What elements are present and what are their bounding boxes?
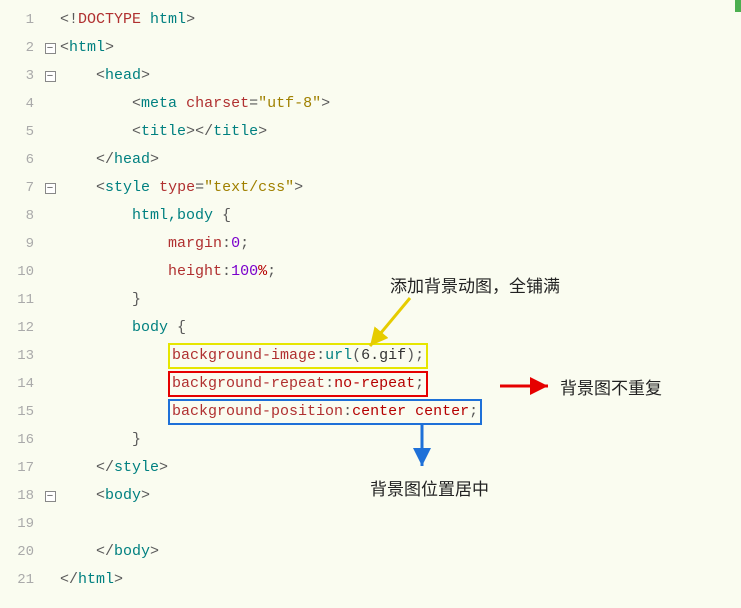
code-editor: 1 2 3 4 5 6 7 8 9 10 11 12 13 14 15 16 1…	[0, 0, 741, 608]
line-number: 14	[0, 370, 40, 398]
line-number: 13	[0, 342, 40, 370]
line-number: 7	[0, 174, 40, 202]
annotation-red: 背景图不重复	[560, 374, 662, 399]
line-number: 3	[0, 62, 40, 90]
line-number: 21	[0, 566, 40, 594]
annotation-yellow: 添加背景动图，全铺满	[390, 272, 560, 297]
line-number: 16	[0, 426, 40, 454]
fold-gutter: − − − −	[40, 0, 60, 608]
line-number: 6	[0, 146, 40, 174]
line-number: 15	[0, 398, 40, 426]
line-number: 19	[0, 510, 40, 538]
line-number: 12	[0, 314, 40, 342]
fold-toggle-icon[interactable]: −	[45, 491, 56, 502]
line-number: 17	[0, 454, 40, 482]
line-number-gutter: 1 2 3 4 5 6 7 8 9 10 11 12 13 14 15 16 1…	[0, 0, 40, 608]
line-number: 9	[0, 230, 40, 258]
fold-toggle-icon[interactable]: −	[45, 71, 56, 82]
line-number: 18	[0, 482, 40, 510]
line-number: 2	[0, 34, 40, 62]
fold-toggle-icon[interactable]: −	[45, 183, 56, 194]
line-number: 1	[0, 6, 40, 34]
line-number: 8	[0, 202, 40, 230]
code-area[interactable]: <!DOCTYPE html> <html> <head> <meta char…	[60, 0, 741, 608]
fold-toggle-icon[interactable]: −	[45, 43, 56, 54]
line-number: 4	[0, 90, 40, 118]
highlight-blue: background-position:center center;	[168, 399, 482, 425]
change-marker	[735, 0, 741, 12]
highlight-yellow: background-image:url(6.gif);	[168, 343, 428, 369]
line-number: 10	[0, 258, 40, 286]
line-number: 5	[0, 118, 40, 146]
line-number: 11	[0, 286, 40, 314]
line-number: 20	[0, 538, 40, 566]
annotation-blue: 背景图位置居中	[370, 475, 489, 500]
highlight-red: background-repeat:no-repeat;	[168, 371, 428, 397]
